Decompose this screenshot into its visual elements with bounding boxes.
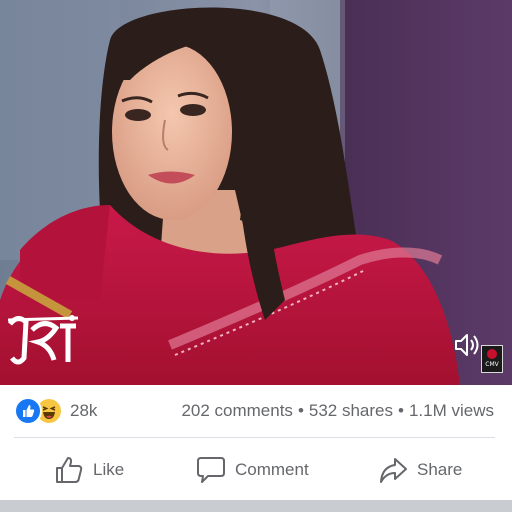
separator-dot: • [297,401,304,420]
comment-bubble-icon [197,457,225,483]
like-label: Like [93,460,125,479]
cmv-mark-icon [487,349,497,359]
like-icon [14,397,42,425]
shares-count[interactable]: 532 shares [309,401,393,420]
views-count[interactable]: 1.1M views [409,401,494,420]
speaker-volume-icon[interactable] [452,330,482,360]
share-arrow-icon [380,458,407,483]
post-actions: Like Comment Share [0,440,512,498]
feed-separator [0,500,512,512]
share-button[interactable]: Share [378,454,462,486]
comments-count[interactable]: 202 comments [181,401,293,420]
like-button[interactable]: Like [54,454,124,486]
cmv-badge: CMV [481,345,503,373]
video-player[interactable]: CMV [0,0,512,385]
engagement-counts: 202 comments • 532 shares • 1.1M views [181,401,494,421]
separator-dot: • [398,401,404,420]
reaction-count: 28k [70,401,98,420]
post-stats: 28k 202 comments • 532 shares • 1.1M views [0,386,512,436]
cmv-badge-text: CMV [485,361,499,368]
channel-logo-icon [7,315,79,365]
comment-label: Comment [235,460,309,479]
divider [14,437,495,438]
comment-button[interactable]: Comment [196,454,309,486]
facebook-video-post: CMV 28k 202 comments • 532 shares • 1.1M v [0,0,512,512]
thumbs-up-icon [56,457,83,483]
reactions-summary[interactable]: 28k [14,397,98,425]
share-label: Share [417,460,463,479]
